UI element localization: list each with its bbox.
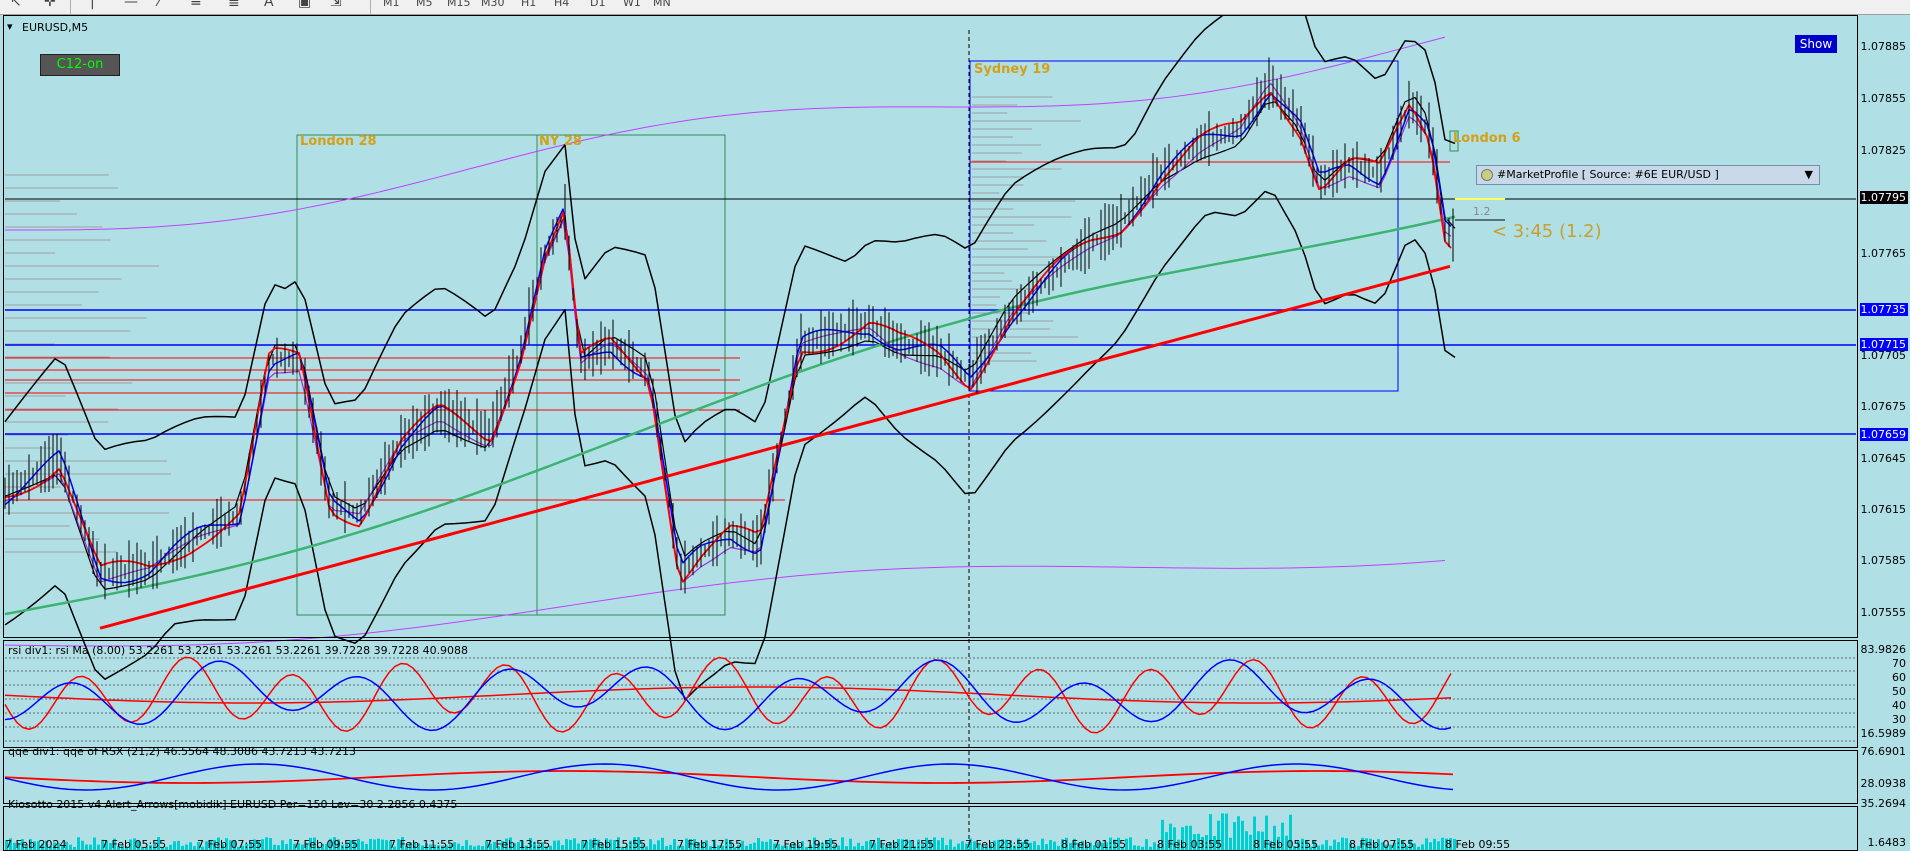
crosshair-icon[interactable]: ✛ bbox=[44, 0, 56, 10]
chart-window[interactable]: ▾ EURUSD,M5 C12-on Show London 28 NY 28 … bbox=[0, 15, 1910, 851]
time-axis-label: 7 Feb 2024 bbox=[5, 838, 67, 851]
spread-value: 1.2 bbox=[1473, 205, 1491, 218]
timeframe-m15[interactable]: M15 bbox=[447, 0, 471, 9]
rsi-axis-label: 16.5989 bbox=[1860, 727, 1907, 740]
time-axis-label: 8 Feb 07:55 bbox=[1349, 838, 1415, 851]
collapse-arrow-icon[interactable]: ▾ bbox=[7, 20, 13, 33]
timeframe-m1[interactable]: M1 bbox=[383, 0, 400, 9]
price-axis-label: 1.07825 bbox=[1860, 144, 1907, 157]
symbol-title: EURUSD,M5 bbox=[22, 21, 89, 34]
qqe-axis-label: 76.6901 bbox=[1860, 745, 1907, 758]
timeframe-d1[interactable]: D1 bbox=[590, 0, 605, 9]
qqe-pane[interactable] bbox=[3, 750, 1858, 804]
timeframe-m5[interactable]: M5 bbox=[416, 0, 433, 9]
time-axis-label: 7 Feb 09:55 bbox=[293, 838, 359, 851]
price-axis-label: 1.07765 bbox=[1860, 247, 1907, 260]
arrows-icon[interactable]: ⇲ bbox=[330, 0, 342, 10]
rsi-label: rsi div1: rsi Ma (8.00) 53.2261 53.2261 … bbox=[8, 644, 469, 657]
session-label-london28: London 28 bbox=[300, 134, 377, 149]
cursor-icon[interactable]: ↖ bbox=[10, 0, 22, 10]
kiosotto-axis-label: 35.2694 bbox=[1860, 797, 1907, 810]
horizontal-line-icon[interactable]: — bbox=[124, 0, 138, 10]
kiosotto-axis-label: 1.6483 bbox=[1867, 836, 1907, 849]
show-button[interactable]: Show bbox=[1795, 35, 1837, 53]
chevron-down-icon[interactable]: ▼ bbox=[1805, 166, 1813, 184]
current-price-tag: 1.07795 bbox=[1860, 191, 1908, 204]
fibo-icon[interactable]: ≡ bbox=[190, 0, 202, 10]
timeframe-h1[interactable]: H1 bbox=[521, 0, 536, 9]
market-profile-dropdown[interactable]: #MarketProfile [ Source: #6E EUR/USD ] ▼ bbox=[1476, 165, 1820, 185]
rsi-axis-label: 70 bbox=[1892, 657, 1906, 670]
label-icon[interactable]: ▣ bbox=[298, 0, 311, 10]
timeframe-mn[interactable]: MN bbox=[653, 0, 671, 9]
time-axis-label: 7 Feb 15:55 bbox=[581, 838, 647, 851]
time-axis-label: 8 Feb 09:55 bbox=[1445, 838, 1511, 851]
price-axis-label: 1.07645 bbox=[1860, 452, 1907, 465]
time-axis-label: 7 Feb 11:55 bbox=[389, 838, 455, 851]
session-label-sydney19: Sydney 19 bbox=[974, 62, 1051, 77]
c12-toggle-button[interactable]: C12-on bbox=[40, 54, 120, 76]
level-tag: 1.07735 bbox=[1860, 303, 1908, 316]
level-tag: 1.07659 bbox=[1860, 428, 1908, 441]
kiosotto-label: Kiosotto 2015 v4 Alert_Arrows[mobidik] E… bbox=[8, 798, 458, 811]
toolbar: ↖ ✛ | — ⁄ ≡ ≣ A ▣ ⇲ M1 M5 M15 M30 H1 H4 … bbox=[0, 0, 1910, 15]
trendline-icon[interactable]: ⁄ bbox=[158, 0, 160, 10]
time-axis-label: 7 Feb 21:55 bbox=[869, 838, 935, 851]
price-axis-label: 1.07885 bbox=[1860, 40, 1907, 53]
rsi-axis-label: 50 bbox=[1892, 685, 1906, 698]
time-axis-label: 7 Feb 07:55 bbox=[197, 838, 263, 851]
rsi-axis-label: 83.9826 bbox=[1860, 643, 1907, 656]
time-axis-label: 8 Feb 03:55 bbox=[1157, 838, 1223, 851]
qqe-label: qqe div1: qqe of RSX (21,2) 46.5564 48.3… bbox=[8, 745, 356, 758]
time-axis-label: 7 Feb 13:55 bbox=[485, 838, 551, 851]
timeframe-h4[interactable]: H4 bbox=[554, 0, 569, 9]
vertical-line-icon[interactable]: | bbox=[90, 0, 95, 10]
time-axis-label: 7 Feb 17:55 bbox=[677, 838, 743, 851]
rsi-axis-label: 60 bbox=[1892, 671, 1906, 684]
time-axis-label: 7 Feb 23:55 bbox=[965, 838, 1031, 851]
candle-timer: < 3:45 (1.2) bbox=[1492, 221, 1602, 242]
market-profile-icon bbox=[1481, 169, 1493, 181]
time-axis-label: 8 Feb 05:55 bbox=[1253, 838, 1319, 851]
session-label-ny28: NY 28 bbox=[539, 134, 582, 149]
time-axis-label: 7 Feb 19:55 bbox=[773, 838, 839, 851]
rsi-axis-label: 30 bbox=[1892, 713, 1906, 726]
fibo-fan-icon[interactable]: ≣ bbox=[228, 0, 240, 10]
price-axis-label: 1.07555 bbox=[1860, 606, 1907, 619]
price-pane[interactable] bbox=[3, 15, 1858, 638]
time-axis-label: 7 Feb 05:55 bbox=[101, 838, 167, 851]
level-tag: 1.07715 bbox=[1860, 338, 1908, 351]
rsi-axis-label: 40 bbox=[1892, 699, 1906, 712]
time-axis-label: 8 Feb 01:55 bbox=[1061, 838, 1127, 851]
price-axis-label: 1.07855 bbox=[1860, 92, 1907, 105]
price-axis-label: 1.07615 bbox=[1860, 503, 1907, 516]
timeframe-w1[interactable]: W1 bbox=[623, 0, 641, 9]
text-icon[interactable]: A bbox=[264, 0, 274, 10]
price-axis-label: 1.07585 bbox=[1860, 554, 1907, 567]
timeframe-m30[interactable]: M30 bbox=[481, 0, 505, 9]
session-label-london6: London 6 bbox=[1453, 131, 1521, 146]
qqe-axis-label: 28.0938 bbox=[1860, 777, 1907, 790]
price-axis-label: 1.07675 bbox=[1860, 400, 1907, 413]
